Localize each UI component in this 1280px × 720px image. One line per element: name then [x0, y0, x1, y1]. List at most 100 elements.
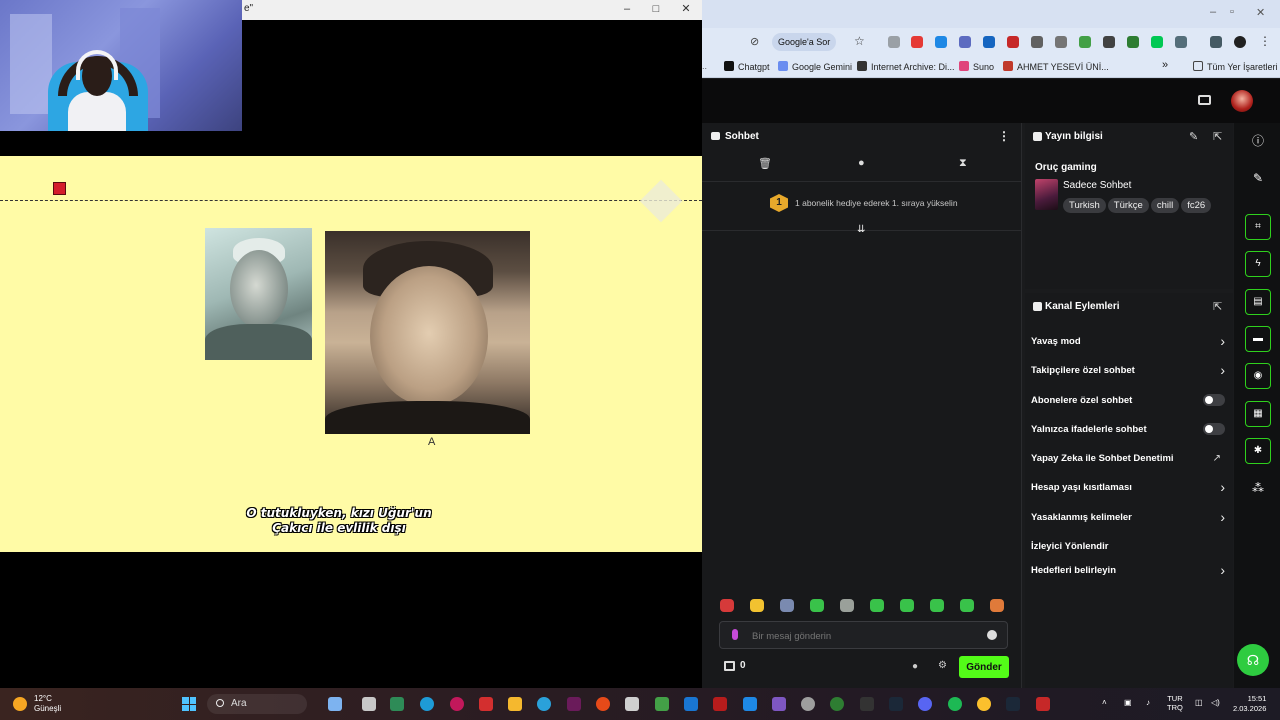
extension-icon[interactable] — [1079, 36, 1091, 48]
all-bookmarks-button[interactable]: Tüm Yer İşaretleri — [1193, 61, 1278, 72]
info-icon[interactable]: ⓘ — [1245, 128, 1271, 154]
lightning-icon[interactable]: ϟ — [1245, 251, 1271, 277]
hourglass-icon[interactable]: ⧗ — [959, 157, 967, 170]
wrench-icon[interactable]: ✱ — [1245, 438, 1271, 464]
send-button[interactable]: Gönder — [959, 656, 1009, 678]
chat-bubble-icon[interactable]: ● — [912, 661, 918, 672]
telegram-icon[interactable] — [537, 697, 551, 711]
subscribers-only-toggle[interactable] — [1203, 393, 1225, 406]
gift-leaderboard-banner[interactable]: 1 1 abonelik hediye ederek 1. sıraya yük… — [702, 181, 1022, 235]
taskbar-app-icon[interactable] — [328, 697, 342, 711]
start-button[interactable] — [182, 697, 196, 711]
epic-games-icon[interactable] — [860, 697, 874, 711]
chrome-icon[interactable] — [977, 697, 991, 711]
taskbar-app-icon[interactable] — [1036, 697, 1050, 711]
action-account-age[interactable]: Hesap yaşı kısıtlaması › — [1025, 474, 1233, 503]
taskbar-app-icon[interactable] — [655, 697, 669, 711]
taskbar-app-icon[interactable] — [713, 697, 727, 711]
extension-icon[interactable] — [1055, 36, 1067, 48]
extension-icon[interactable] — [959, 36, 971, 48]
extension-icon[interactable] — [911, 36, 923, 48]
bookmark-star-icon[interactable]: ☆ — [854, 34, 865, 48]
extension-icon[interactable] — [1031, 36, 1043, 48]
action-host[interactable]: İzleyici Yönlendir — [1025, 533, 1233, 557]
volume-icon[interactable]: ◁) — [1211, 698, 1220, 707]
broadcast-icon[interactable]: ◉ — [1245, 363, 1271, 389]
trash-icon[interactable]: 🗑 — [758, 157, 772, 170]
extension-icon[interactable] — [983, 36, 995, 48]
taskbar-app-icon[interactable] — [625, 697, 639, 711]
restore-icon[interactable]: ▫ — [1230, 6, 1234, 18]
popout-icon[interactable]: ⇱ — [1213, 300, 1222, 313]
microphone-icon[interactable]: ♪ — [1146, 698, 1150, 707]
stream-tag[interactable]: chill — [1150, 198, 1180, 213]
document-icon[interactable]: ▤ — [1245, 289, 1271, 315]
steam-icon[interactable] — [889, 697, 903, 711]
emote[interactable] — [780, 599, 794, 612]
emote[interactable] — [750, 599, 764, 612]
apps-icon[interactable]: ⁂ — [1245, 475, 1271, 501]
scroll-down-icon[interactable]: ⇊ — [857, 224, 865, 235]
emote[interactable] — [930, 599, 944, 612]
bookmark-ahmet-yesevi[interactable]: AHMET YESEVİ ÜNİ... — [1003, 61, 1109, 72]
bookmark-internet-archive[interactable]: Internet Archive: Di... — [857, 61, 955, 72]
network-icon[interactable]: ◫ — [1195, 698, 1203, 707]
taskbar-app-icon[interactable] — [567, 697, 581, 711]
minimize-icon[interactable]: – — [1210, 6, 1216, 18]
action-ai-moderation[interactable]: Yapay Zeka ile Sohbet Denetimi ↗ — [1025, 445, 1233, 474]
spotify-icon[interactable] — [948, 697, 962, 711]
file-explorer-icon[interactable] — [508, 697, 522, 711]
layout-icon[interactable]: ▦ — [1245, 401, 1271, 427]
gift-icon[interactable] — [724, 661, 735, 671]
close-icon[interactable]: ✕ — [679, 2, 693, 16]
sun-icon[interactable] — [13, 697, 27, 711]
close-icon[interactable]: ✕ — [1256, 6, 1265, 19]
emote[interactable] — [720, 599, 734, 612]
support-headset-icon[interactable]: ☊ — [1237, 644, 1269, 676]
pencil-icon[interactable]: ✎ — [1245, 165, 1271, 191]
chat-settings-icon[interactable]: ⚙ — [938, 660, 947, 671]
action-goals[interactable]: Hedefleri belirleyin › — [1025, 557, 1233, 586]
maximize-icon[interactable]: □ — [649, 2, 663, 16]
extension-icon[interactable] — [1127, 36, 1139, 48]
discord-icon[interactable] — [918, 697, 932, 711]
system-clock[interactable]: 15:51 2.03.2026 — [1233, 694, 1266, 714]
edit-icon[interactable]: ✎ — [1189, 130, 1198, 143]
stream-tag[interactable]: Turkish — [1063, 198, 1106, 213]
chat-bubble-icon[interactable]: ● — [858, 157, 865, 169]
bookmark-chatgpt[interactable]: Chatgpt — [724, 61, 770, 72]
stream-tag[interactable]: fc26 — [1181, 198, 1212, 213]
chat-icon[interactable]: ▬ — [1245, 326, 1271, 352]
extension-icon[interactable] — [888, 36, 900, 48]
weather-widget[interactable]: 12°C Güneşli — [34, 694, 61, 714]
chat-menu-icon[interactable]: ⋮ — [998, 129, 1010, 143]
tray-app-icon[interactable]: ▣ — [1124, 698, 1132, 707]
taskbar-app-icon[interactable] — [362, 697, 376, 711]
minimize-icon[interactable]: – — [620, 2, 634, 16]
emote-only-toggle[interactable] — [1203, 422, 1225, 435]
input-language[interactable]: TUR TRQ — [1167, 694, 1183, 712]
google-sor-button[interactable]: Google'a Sor — [772, 33, 837, 51]
taskbar-app-icon[interactable] — [801, 697, 815, 711]
taskbar-app-icon[interactable] — [596, 697, 610, 711]
microphone-icon[interactable] — [732, 629, 738, 640]
extension-icon[interactable] — [935, 36, 947, 48]
action-banned-words[interactable]: Yasaklanmış kelimeler › — [1025, 504, 1233, 533]
extension-icon[interactable] — [1151, 36, 1163, 48]
bookmark-suno[interactable]: Suno — [959, 61, 994, 72]
bookmark-gemini[interactable]: Google Gemini — [778, 61, 852, 72]
taskbar-app-icon[interactable] — [684, 697, 698, 711]
emote[interactable] — [870, 599, 884, 612]
emote[interactable] — [990, 599, 1004, 612]
xbox-icon[interactable] — [830, 697, 844, 711]
opera-icon[interactable] — [450, 697, 464, 711]
bookmarks-overflow-button[interactable]: » — [1162, 59, 1168, 71]
chat-message-input[interactable] — [752, 628, 972, 644]
steam-icon[interactable] — [1006, 697, 1020, 711]
tray-chevron-icon[interactable]: ˄ — [1102, 698, 1107, 707]
calculator-icon[interactable] — [743, 697, 757, 711]
taskbar-app-icon[interactable] — [772, 697, 786, 711]
popout-icon[interactable]: ⇱ — [1213, 130, 1222, 143]
emote[interactable] — [960, 599, 974, 612]
taskbar-search[interactable]: Ara — [207, 694, 307, 714]
